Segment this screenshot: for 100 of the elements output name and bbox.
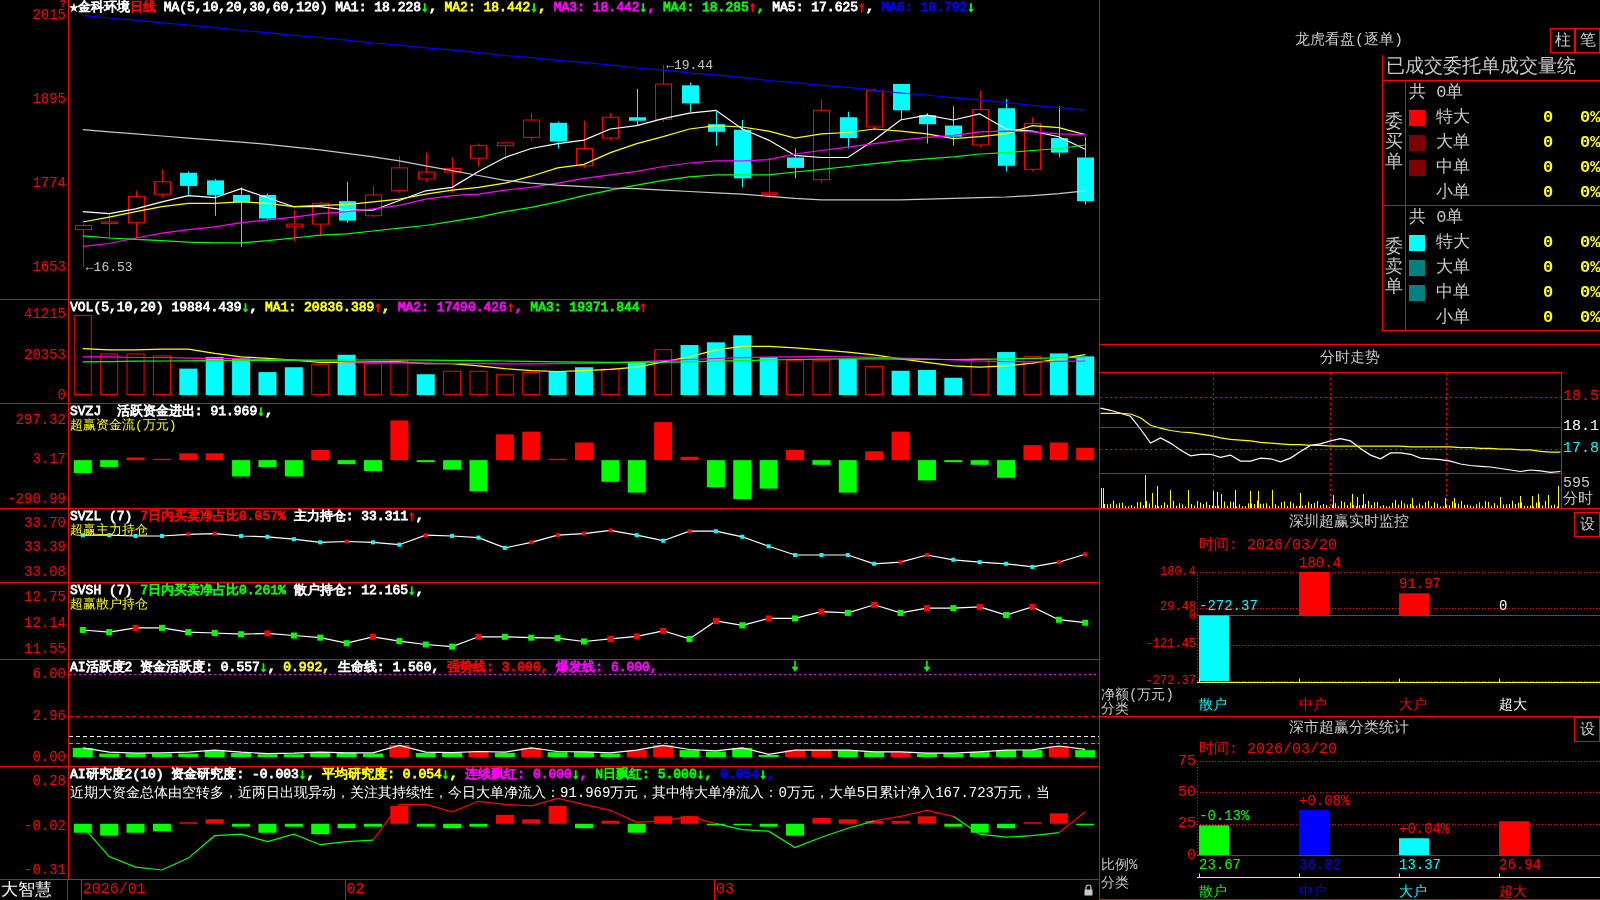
indicator-legend: SVZL (7) 7日内买卖净占比0.057% 主力持仓: 33.311↑,: [70, 510, 424, 524]
candlestick: [180, 170, 197, 197]
order-share: 0%: [1580, 132, 1600, 153]
axis-title: 比例%: [1101, 858, 1138, 872]
axis-tick-label: 12.75: [24, 591, 66, 605]
order-count: 0: [1543, 157, 1554, 178]
lock-icon: [1084, 884, 1093, 896]
candlestick: [470, 143, 487, 167]
order-size-label: 中单: [1436, 282, 1470, 303]
view-toggle-button[interactable]: 柱: [1550, 28, 1575, 53]
table-title: 已成交委托单成交量统: [1386, 57, 1576, 78]
indicator-legend: AI活跃度2 资金活跃度: 0.557↓, 0.992, 生命线: 1.560, 强势线: 3.000, 爆发线: 6.000,: [70, 661, 658, 675]
panel-title: 龙虎看盘(逐单): [1295, 33, 1403, 49]
change-label: -0.13%: [1199, 810, 1250, 824]
timestamp-label: 时间: 2026/03/20: [1199, 537, 1338, 553]
date-axis-label: 02: [344, 880, 365, 900]
order-share: 0%: [1580, 282, 1600, 303]
indicator-legend: VOL(5,10,20) 19884.439↓, MA1: 20836.389↑, MA2: 17490.426↑, MA3: 19371.844↑: [70, 301, 648, 315]
axis-tick-label: 0: [57, 388, 66, 402]
candlestick: [1024, 116, 1041, 172]
panel-title: 深圳超赢实时监控: [1289, 515, 1409, 531]
axis-tick-label: 3.17: [32, 453, 66, 467]
volume-level-label: 595: [1563, 477, 1590, 491]
candlestick: [101, 213, 118, 239]
value-label: 23.67: [1199, 858, 1241, 872]
category-label: 中户: [1299, 698, 1327, 712]
section-label: 委卖单: [1385, 238, 1403, 298]
candlestick: [523, 112, 540, 141]
order-share: 0%: [1580, 307, 1600, 328]
candlestick: [1077, 136, 1094, 206]
view-toggle-button[interactable]: 笔: [1575, 28, 1600, 53]
price-annotation: ←16.53: [85, 260, 133, 274]
order-share: 0%: [1580, 107, 1600, 128]
help-button[interactable]: ?: [59, 0, 66, 9]
order-count: 0: [1543, 182, 1554, 203]
axis-tick-label: 12.14: [24, 617, 66, 631]
axis-tick-label: 75: [1178, 754, 1196, 768]
axis-title: 净额(万元): [1101, 688, 1174, 702]
candlestick: [365, 185, 382, 218]
value-label: -272.37: [1199, 600, 1258, 614]
order-share: 0%: [1580, 157, 1600, 178]
axis-tick-label: -272.37: [1145, 676, 1196, 686]
candlestick: [312, 201, 329, 238]
candlestick: [497, 141, 514, 161]
value-label: 13.37: [1399, 858, 1441, 872]
candlestick: [787, 147, 804, 179]
category-label: 大户: [1399, 698, 1427, 712]
candlestick: [866, 88, 883, 131]
candlestick: [919, 112, 936, 145]
axis-tick-label: 1774: [32, 176, 66, 190]
indicator-subtitle: 超赢主力持仓: [70, 524, 148, 538]
candlestick: [682, 82, 699, 113]
order-share: 0%: [1580, 182, 1600, 203]
indicator-legend: AI研究度2(10) 资金研究度: -0.003↓, 平均研究度: 0.054↓, 连续飘红: 0.000↓, N日飘红: 5.000↓, 0.054↓,: [70, 768, 775, 782]
category-label: 超大: [1499, 885, 1527, 899]
value-label: 36.02: [1299, 858, 1341, 872]
axis-tick-label: -290.99: [7, 492, 66, 506]
order-total: 共 0单: [1409, 208, 1464, 228]
order-size-label: 小单: [1436, 182, 1470, 203]
candlestick: [233, 186, 250, 248]
axis-tick-label: 0: [1188, 611, 1196, 621]
candlestick: [629, 88, 646, 127]
category-label: 中户: [1299, 885, 1327, 899]
candlestick: [286, 209, 303, 242]
axis-tick-label: 180.4: [1160, 567, 1196, 577]
order-size-label: 中单: [1436, 157, 1470, 178]
category-label: 超大: [1499, 698, 1527, 712]
category-label: 散户: [1199, 698, 1227, 712]
date-axis-label: 2026/01: [80, 880, 146, 900]
indicator-legend: SVZJ 活跃资金进出: 91.969↓,: [70, 405, 273, 419]
panel-title: 分时走势: [1320, 350, 1380, 367]
candlestick: [128, 190, 145, 239]
axis-tick-label: -0.02: [24, 820, 66, 834]
axis-tick-label: 33.70: [24, 516, 66, 530]
indicator-subtitle: 超赢散户持仓: [70, 598, 148, 612]
analysis-commentary: 近期大资金总体由空转多，近两日出现异动，关注其持续性，今日大单净流入：91.969万元，其中特大单净流入：0万元，大单5日累计净入167.723万元，当: [70, 785, 1051, 802]
axis-tick-label: 297.32: [15, 413, 66, 427]
category-label: 散户: [1199, 885, 1227, 899]
candlestick: [391, 155, 408, 194]
axis-tick-label: 33.08: [24, 565, 66, 579]
settings-button[interactable]: 设: [1574, 512, 1600, 537]
value-label: 91.97: [1399, 578, 1441, 592]
value-label: 180.4: [1299, 557, 1341, 570]
candlestick: [444, 157, 461, 194]
axis-tick-label: -0.31: [24, 863, 66, 877]
timestamp-label: 时间: 2026/03/20: [1199, 741, 1338, 757]
settings-button[interactable]: 设: [1574, 717, 1600, 742]
candlestick: [972, 90, 989, 148]
axis-tick-label: 41215: [24, 308, 66, 322]
axis-tick-label: 50: [1178, 785, 1196, 799]
candlestick: [154, 168, 171, 199]
date-axis-label: 03: [713, 880, 734, 900]
axis-title: 分类: [1101, 702, 1129, 716]
indicator-legend: SVSH (7) 7日内买卖净占比0.261% 散户持仓: 12.165↓,: [70, 584, 424, 598]
order-count: 0: [1543, 132, 1554, 153]
candlestick: [734, 119, 751, 188]
axis-tick-label: 0.28: [32, 775, 66, 789]
price-level-label: 18.1: [1563, 419, 1599, 434]
change-label: +0.08%: [1299, 794, 1350, 808]
order-size-label: 小单: [1436, 307, 1470, 328]
